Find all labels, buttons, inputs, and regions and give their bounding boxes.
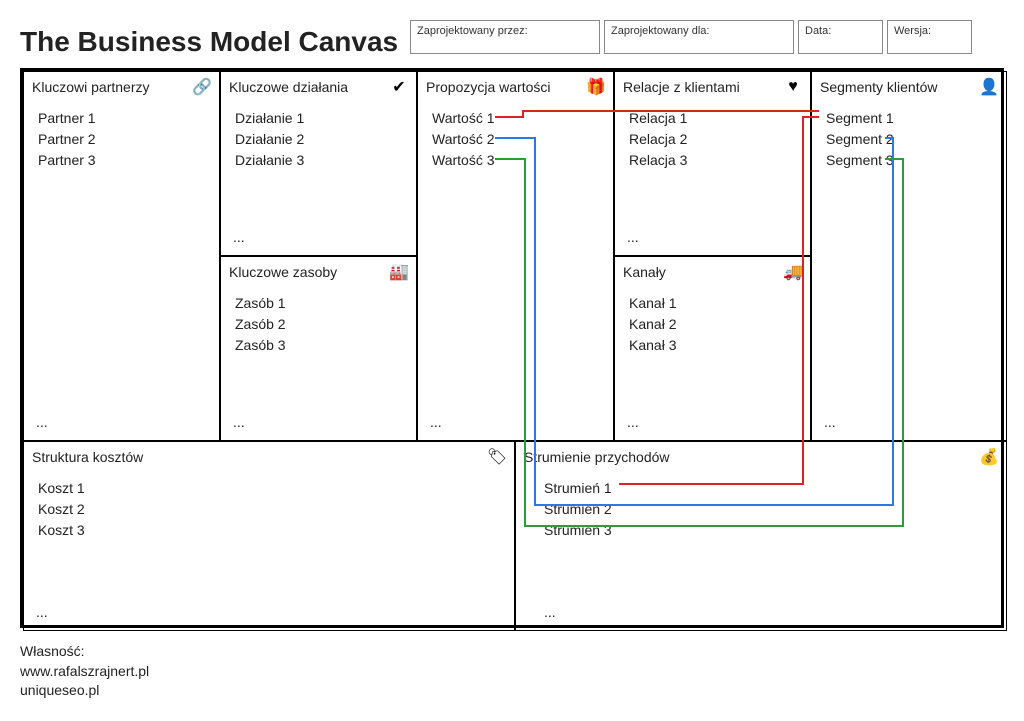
block-key-resources: Kluczowe zasoby 🏭 Zasób 1 Zasób 2 Zasób … <box>220 256 417 441</box>
block-title: Relacje z klientami <box>623 79 740 95</box>
meta-designed-by: Zaprojektowany przez: <box>410 20 600 54</box>
list-item: Kanał 2 <box>629 314 796 335</box>
meta-designed-for: Zaprojektowany dla: <box>604 20 794 54</box>
block-head: Kluczowe zasoby 🏭 <box>221 257 416 287</box>
page-title: The Business Model Canvas <box>20 20 410 58</box>
heart-icon: ♥ <box>784 78 802 96</box>
list-item: Koszt 2 <box>38 499 500 520</box>
block-body: Relacja 1 Relacja 2 Relacja 3 <box>615 102 810 177</box>
list-item: Zasób 2 <box>235 314 402 335</box>
truck-icon: 🚚 <box>784 263 802 281</box>
meta-version: Wersja: <box>887 20 972 54</box>
tags-icon: 🏷 <box>488 448 506 466</box>
list-item: Relacja 2 <box>629 129 796 150</box>
block-head: Kluczowe działania ✔ <box>221 72 416 102</box>
block-customer-segments: Segmenty klientów 👤 Segment 1 Segment 2 … <box>811 71 1007 441</box>
list-item: Zasób 1 <box>235 293 402 314</box>
more-dots: ... <box>824 414 836 430</box>
list-item: Strumień 1 <box>544 478 992 499</box>
list-item: Segment 3 <box>826 150 992 171</box>
block-title: Propozycja wartości <box>426 79 551 95</box>
footer-link-1: www.rafalszrajnert.pl <box>20 662 1004 682</box>
list-item: Zasób 3 <box>235 335 402 356</box>
block-head: Struktura kosztów 🏷 <box>24 442 514 472</box>
list-item: Wartość 1 <box>432 108 599 129</box>
list-item: Wartość 2 <box>432 129 599 150</box>
more-dots: ... <box>36 414 48 430</box>
meta-boxes: Zaprojektowany przez: Zaprojektowany dla… <box>410 20 1004 54</box>
block-body: Kanał 1 Kanał 2 Kanał 3 <box>615 287 810 362</box>
more-dots: ... <box>233 414 245 430</box>
block-title: Segmenty klientów <box>820 79 938 95</box>
check-circle-icon: ✔ <box>390 78 408 96</box>
more-dots: ... <box>627 229 639 245</box>
block-body: Wartość 1 Wartość 2 Wartość 3 <box>418 102 613 177</box>
list-item: Strumień 3 <box>544 520 992 541</box>
list-item: Wartość 3 <box>432 150 599 171</box>
list-item: Koszt 3 <box>38 520 500 541</box>
list-item: Partner 3 <box>38 150 205 171</box>
block-head: Strumienie przychodów 💰 <box>516 442 1006 472</box>
more-dots: ... <box>233 229 245 245</box>
block-head: Kanały 🚚 <box>615 257 810 287</box>
more-dots: ... <box>36 604 48 620</box>
block-body: Segment 1 Segment 2 Segment 3 <box>812 102 1006 177</box>
block-key-partners: Kluczowi partnerzy 🔗 Partner 1 Partner 2… <box>23 71 220 441</box>
list-item: Strumień 2 <box>544 499 992 520</box>
factory-icon: 🏭 <box>390 263 408 281</box>
block-body: Partner 1 Partner 2 Partner 3 <box>24 102 219 177</box>
block-body: Koszt 1 Koszt 2 Koszt 3 <box>24 472 514 547</box>
business-model-canvas: Kluczowi partnerzy 🔗 Partner 1 Partner 2… <box>20 68 1004 628</box>
block-customer-relationships: Relacje z klientami ♥ Relacja 1 Relacja … <box>614 71 811 256</box>
list-item: Relacja 3 <box>629 150 796 171</box>
block-head: Relacje z klientami ♥ <box>615 72 810 102</box>
link-icon: 🔗 <box>193 78 211 96</box>
block-title: Struktura kosztów <box>32 449 143 465</box>
block-title: Strumienie przychodów <box>524 449 670 465</box>
list-item: Relacja 1 <box>629 108 796 129</box>
block-body: Strumień 1 Strumień 2 Strumień 3 <box>516 472 1006 547</box>
block-key-activities: Kluczowe działania ✔ Działanie 1 Działan… <box>220 71 417 256</box>
list-item: Kanał 1 <box>629 293 796 314</box>
block-title: Kluczowi partnerzy <box>32 79 150 95</box>
block-title: Kluczowe działania <box>229 79 348 95</box>
more-dots: ... <box>430 414 442 430</box>
footer-link-2: uniqueseo.pl <box>20 681 1004 701</box>
block-revenue-streams: Strumienie przychodów 💰 Strumień 1 Strum… <box>515 441 1007 631</box>
list-item: Segment 1 <box>826 108 992 129</box>
meta-date: Data: <box>798 20 883 54</box>
list-item: Działanie 1 <box>235 108 402 129</box>
person-icon: 👤 <box>980 78 998 96</box>
gift-icon: 🎁 <box>587 78 605 96</box>
list-item: Działanie 2 <box>235 129 402 150</box>
list-item: Działanie 3 <box>235 150 402 171</box>
list-item: Partner 1 <box>38 108 205 129</box>
more-dots: ... <box>627 414 639 430</box>
block-body: Zasób 1 Zasób 2 Zasób 3 <box>221 287 416 362</box>
list-item: Kanał 3 <box>629 335 796 356</box>
list-item: Segment 2 <box>826 129 992 150</box>
block-head: Segmenty klientów 👤 <box>812 72 1006 102</box>
footer: Własność: www.rafalszrajnert.pl uniquese… <box>20 642 1004 701</box>
block-channels: Kanały 🚚 Kanał 1 Kanał 2 Kanał 3 ... <box>614 256 811 441</box>
block-title: Kanały <box>623 264 666 280</box>
block-body: Działanie 1 Działanie 2 Działanie 3 <box>221 102 416 177</box>
more-dots: ... <box>544 604 556 620</box>
header-row: The Business Model Canvas Zaprojektowany… <box>20 20 1004 58</box>
moneybag-icon: 💰 <box>980 448 998 466</box>
list-item: Partner 2 <box>38 129 205 150</box>
list-item: Koszt 1 <box>38 478 500 499</box>
block-head: Kluczowi partnerzy 🔗 <box>24 72 219 102</box>
footer-owner: Własność: <box>20 642 1004 662</box>
block-head: Propozycja wartości 🎁 <box>418 72 613 102</box>
block-title: Kluczowe zasoby <box>229 264 337 280</box>
block-value-proposition: Propozycja wartości 🎁 Wartość 1 Wartość … <box>417 71 614 441</box>
block-cost-structure: Struktura kosztów 🏷 Koszt 1 Koszt 2 Kosz… <box>23 441 515 631</box>
